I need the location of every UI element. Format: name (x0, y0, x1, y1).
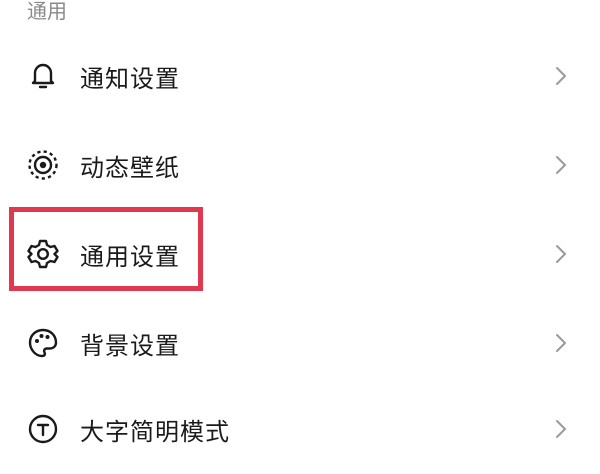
chevron-right-icon (554, 153, 568, 177)
chevron-right-icon (554, 242, 568, 266)
highlight-box (9, 207, 203, 291)
chevron-right-icon (554, 417, 568, 441)
settings-item-label: 背景设置 (80, 331, 180, 360)
settings-item-label: 通知设置 (80, 64, 180, 93)
settings-item-notifications[interactable]: 通知设置 (0, 31, 600, 121)
settings-item-background[interactable]: 背景设置 (0, 298, 600, 388)
chevron-right-icon (554, 64, 568, 88)
settings-item-large-text[interactable]: 大字简明模式 (0, 384, 600, 474)
bell-icon (26, 59, 60, 93)
text-size-icon (26, 412, 60, 446)
chevron-right-icon (554, 331, 568, 355)
palette-icon (26, 326, 60, 360)
settings-item-label: 动态壁纸 (80, 153, 180, 182)
section-title: 通用 (27, 0, 67, 23)
live-wallpaper-icon (26, 148, 60, 182)
settings-item-live-wallpaper[interactable]: 动态壁纸 (0, 120, 600, 210)
settings-item-label: 大字简明模式 (80, 417, 230, 446)
